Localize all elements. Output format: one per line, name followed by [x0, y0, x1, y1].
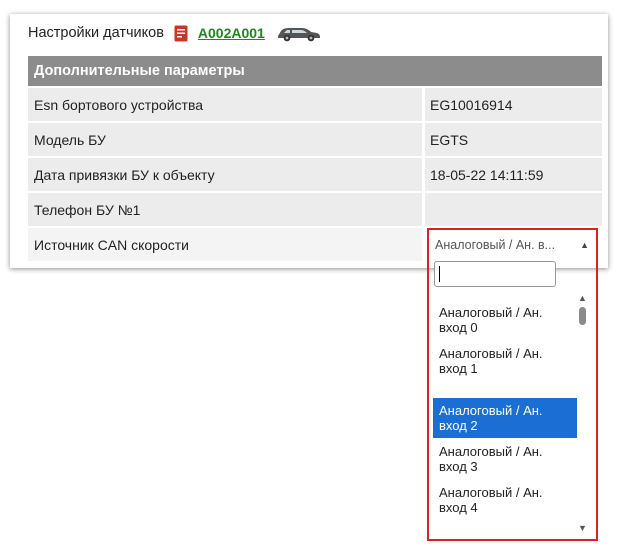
panel-header: Настройки датчиков А002А001 [28, 22, 321, 44]
option-line2: вход 4 [439, 500, 478, 515]
table-row: Телефон БУ №1 [28, 193, 602, 226]
dropdown-option-1[interactable]: Аналоговый / Ан. вход 1 [433, 341, 577, 381]
dropdown-search-input[interactable] [434, 261, 556, 287]
option-line1: Аналоговый / Ан. [439, 403, 543, 418]
dropdown-selected-text: Аналоговый / Ан. в... [435, 238, 556, 252]
row-label: Телефон БУ №1 [28, 193, 422, 226]
panel-title: Настройки датчиков [28, 25, 164, 41]
text-caret [439, 266, 440, 282]
dropdown-option-3[interactable]: Аналоговый / Ан. вход 3 [433, 439, 577, 479]
row-label: Дата привязки БУ к объекту [28, 158, 422, 191]
scroll-down-icon[interactable]: ▼ [578, 523, 587, 533]
table-row: Дата привязки БУ к объекту 18-05-22 14:1… [28, 158, 602, 191]
row-value: EGTS [425, 123, 602, 156]
table-row: Esn бортового устройства EG10016914 [28, 88, 602, 121]
option-line2: вход 1 [439, 361, 478, 376]
option-line1: Аналоговый / Ан. [439, 485, 543, 500]
option-line1: Аналоговый / Ан. [439, 444, 543, 459]
table-row: Модель БУ EGTS [28, 123, 602, 156]
row-value: EG10016914 [425, 88, 602, 121]
dropdown-current-value[interactable]: Аналоговый / Ан. в... ▲ [435, 234, 589, 256]
document-icon[interactable] [174, 25, 188, 42]
scrollbar-thumb[interactable] [579, 307, 586, 325]
options-scrollbar[interactable]: ▲ ▼ [575, 293, 589, 533]
option-line1: Аналоговый / Ан. [439, 346, 543, 361]
section-header: Дополнительные параметры [28, 56, 602, 86]
row-label: Источник CAN скорости [28, 228, 422, 261]
row-value [425, 193, 602, 226]
dropdown-option-2[interactable]: Аналоговый / Ан. вход 2 [433, 398, 577, 438]
option-line2: вход 0 [439, 320, 478, 335]
car-icon [277, 28, 320, 42]
row-value: 18-05-22 14:11:59 [425, 158, 602, 191]
chevron-up-icon[interactable]: ▲ [580, 240, 589, 250]
dropdown-options: Аналоговый / Ан. вход 0 Аналоговый / Ан.… [433, 300, 579, 533]
option-line2: вход 3 [439, 459, 478, 474]
dropdown-option-4[interactable]: Аналоговый / Ан. вход 4 [433, 480, 577, 520]
can-speed-source-dropdown[interactable]: Аналоговый / Ан. в... ▲ Аналоговый / Ан.… [427, 228, 598, 541]
vehicle-plate-link[interactable]: А002А001 [198, 25, 265, 41]
option-line1: Аналоговый / Ан. [439, 305, 543, 320]
row-label: Модель БУ [28, 123, 422, 156]
dropdown-option-0[interactable]: Аналоговый / Ан. вход 0 [433, 300, 577, 340]
row-label: Esn бортового устройства [28, 88, 422, 121]
option-line2: вход 2 [439, 418, 478, 433]
scroll-up-icon[interactable]: ▲ [578, 293, 587, 303]
